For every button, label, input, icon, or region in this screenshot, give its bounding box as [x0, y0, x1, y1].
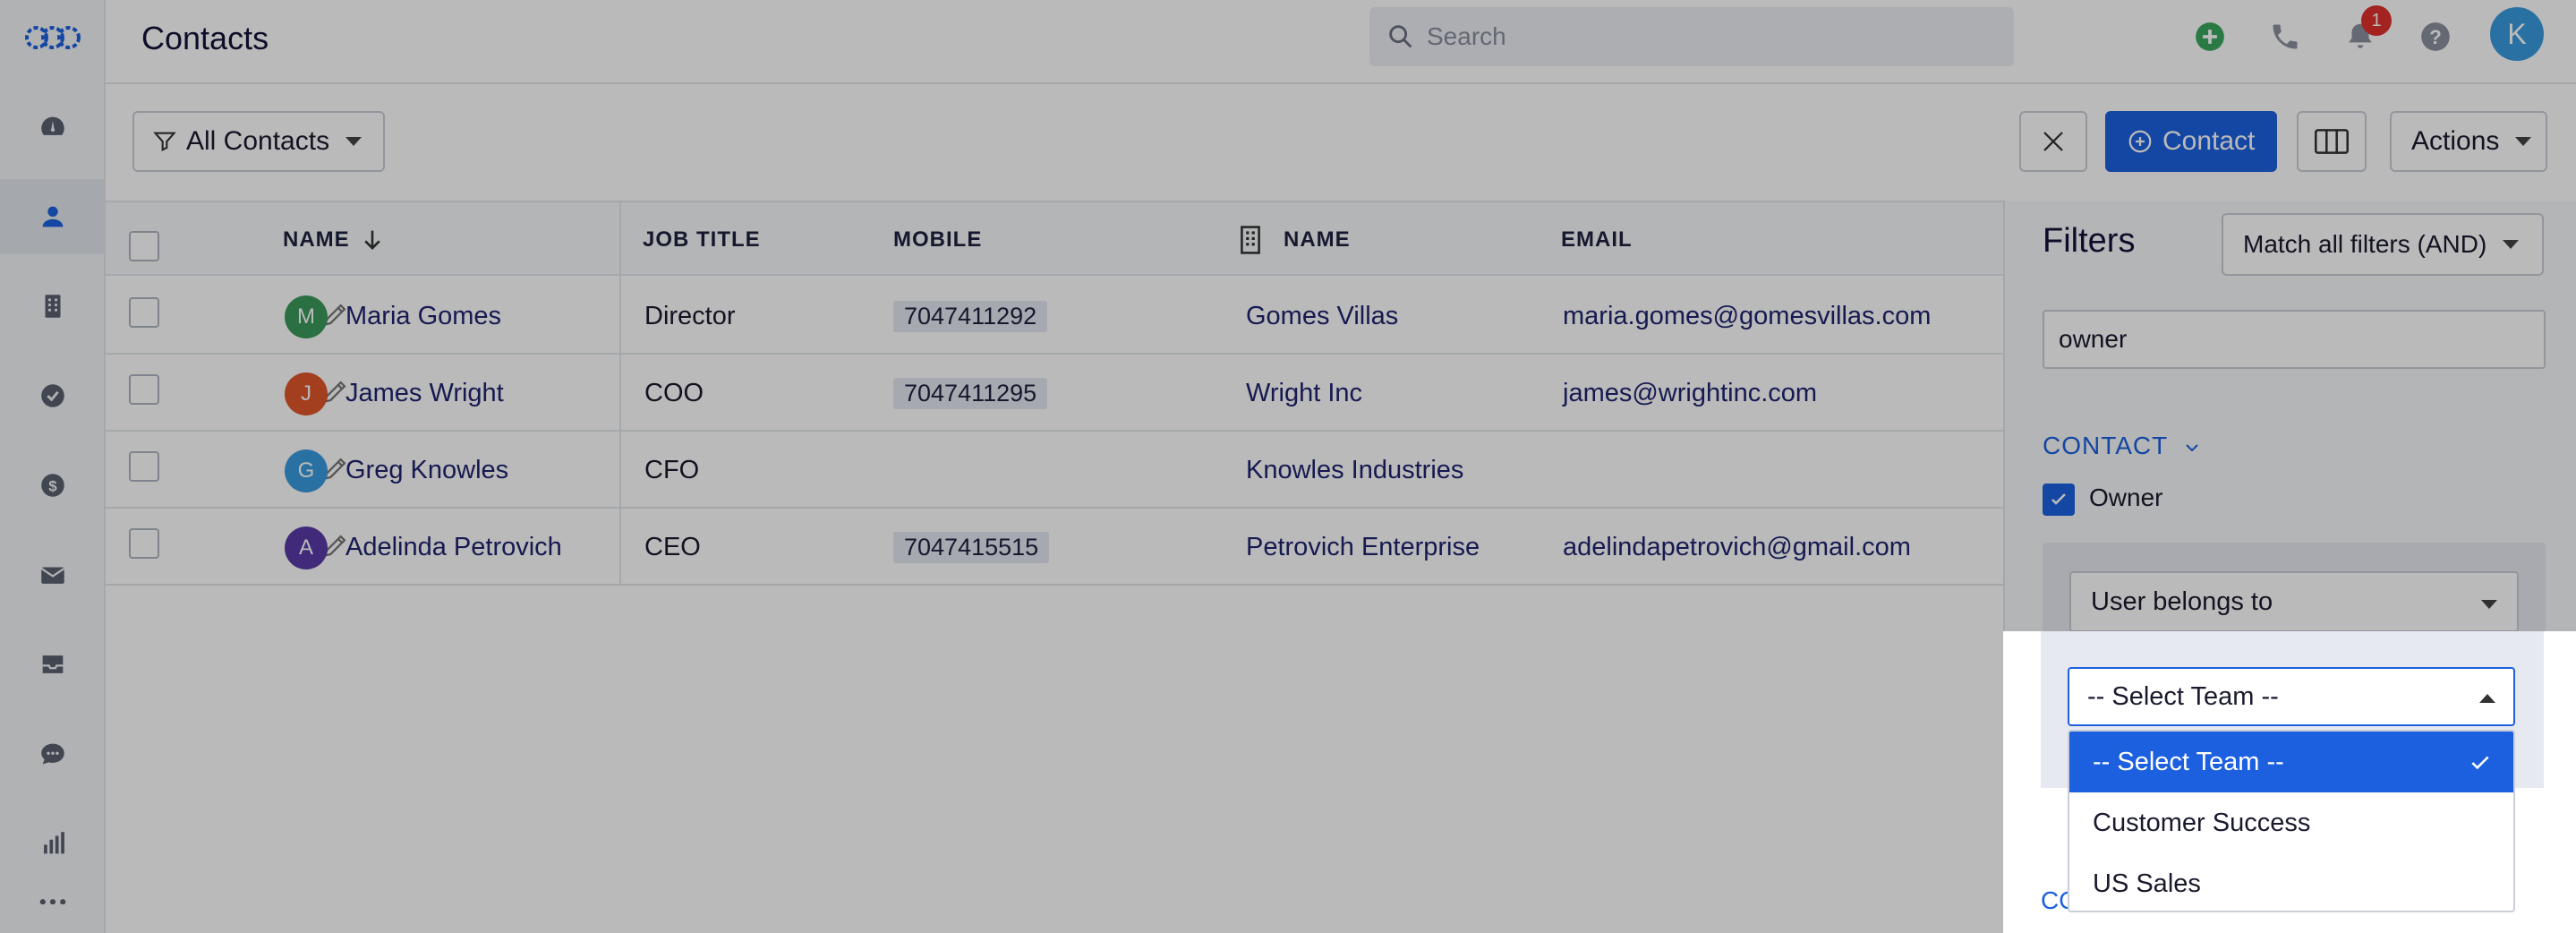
team-select[interactable]: -- Select Team --	[2068, 667, 2515, 726]
checkmark-icon	[2471, 756, 2489, 770]
team-option[interactable]: Customer Success	[2069, 792, 2513, 853]
team-select-value: -- Select Team --	[2087, 681, 2279, 711]
chevron-up-icon	[2479, 694, 2495, 703]
team-option[interactable]: US Sales	[2069, 853, 2513, 911]
team-dropdown: -- Select Team -- Customer Success US Sa…	[2068, 730, 2515, 912]
team-option[interactable]: -- Select Team --	[2069, 732, 2513, 792]
option-label: -- Select Team --	[2093, 747, 2284, 776]
